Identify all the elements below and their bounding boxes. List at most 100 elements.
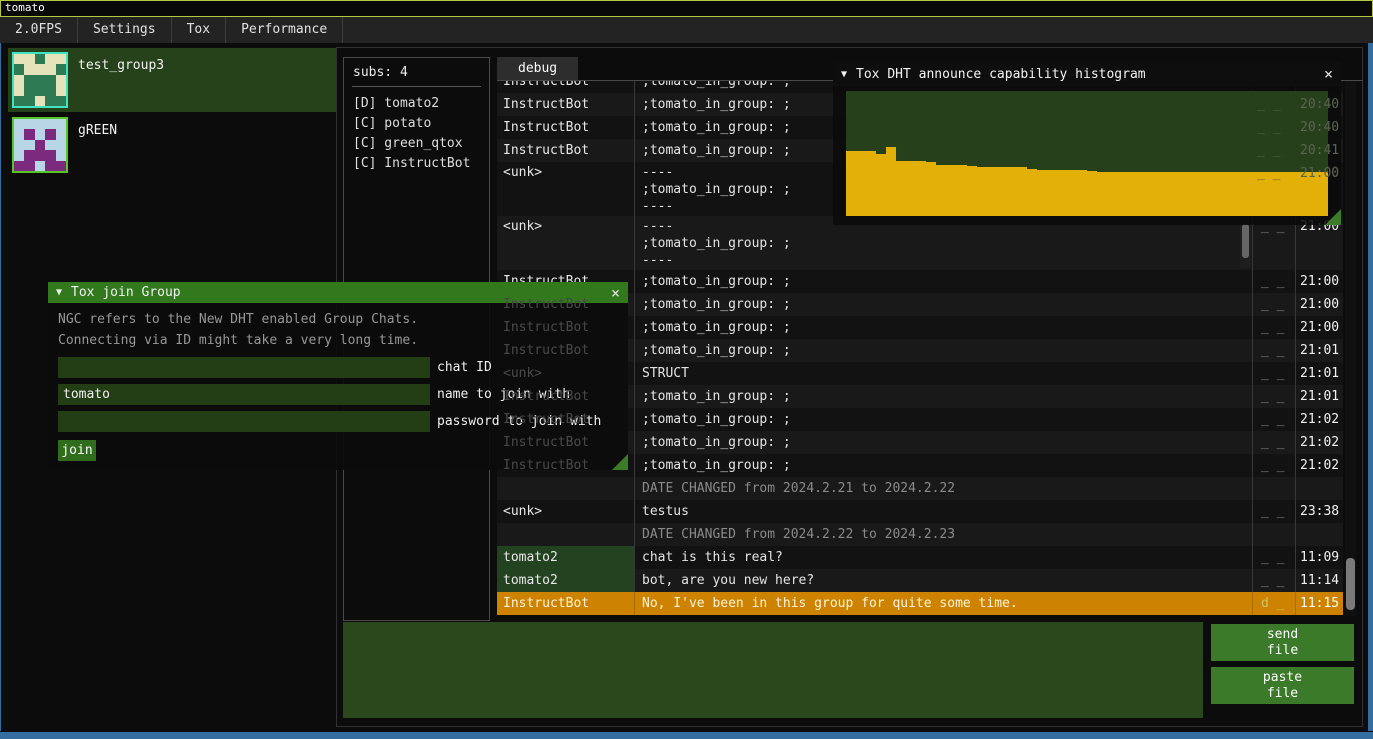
subs-list: [D] tomato2[C] potato[C] green_qtox[C] I… (344, 87, 489, 181)
sender-name: InstructBot (497, 139, 635, 162)
table-row[interactable]: InstructBotNo, I've been in this group f… (497, 592, 1343, 615)
histogram-bars (846, 91, 1328, 216)
tab-debug[interactable]: debug (497, 57, 578, 80)
join-field-row: tomato name to join with (58, 384, 618, 405)
histogram-bar (1047, 170, 1057, 216)
collapse-arrow-icon[interactable]: ▼ (56, 287, 62, 298)
message-cell-scrollbar-thumb[interactable] (1242, 224, 1249, 258)
avatar-pixel (24, 75, 34, 85)
message-text: ;tomato_in_group: ; (635, 431, 1253, 454)
message-input[interactable] (343, 622, 1203, 718)
table-row[interactable]: DATE CHANGED from 2024.2.21 to 2024.2.22 (497, 477, 1343, 500)
avatar-pixel (35, 150, 45, 160)
paste-file-button[interactable]: paste file (1211, 667, 1354, 704)
histogram-window-titlebar[interactable]: ▼ Tox DHT announce capability histogram … (833, 62, 1341, 86)
histogram-bar (1308, 172, 1318, 216)
sender-name (497, 477, 635, 500)
subs-member: [C] potato (353, 114, 480, 134)
avatar-pixel (56, 129, 66, 139)
message-time: 21:01 (1296, 339, 1343, 362)
join-field-input[interactable] (58, 357, 430, 378)
histogram-bar (1097, 172, 1107, 216)
avatar-pixel (56, 54, 66, 64)
menu-item-tox[interactable]: Tox (172, 17, 226, 43)
collapse-arrow-icon[interactable]: ▼ (841, 69, 847, 80)
message-time: 21:01 (1296, 385, 1343, 408)
sender-name (497, 523, 635, 546)
sender-name: InstructBot (497, 93, 635, 116)
histogram-bar (1067, 170, 1077, 216)
avatar-pixel (56, 119, 66, 129)
avatar-pixel (14, 150, 24, 160)
message-time: 23:38 (1296, 500, 1343, 523)
avatar-pixel (56, 75, 66, 85)
message-text: ;tomato_in_group: ; (635, 316, 1253, 339)
avatar-pixel (14, 140, 24, 150)
avatar-pixel (35, 96, 45, 106)
avatar-pixel (14, 119, 24, 129)
message-flags: _ _ (1253, 339, 1296, 362)
close-icon[interactable]: × (1324, 65, 1333, 83)
avatar-pixel (45, 161, 55, 171)
message-flags: d _ (1253, 592, 1296, 615)
subs-member: [C] InstructBot (353, 154, 480, 174)
message-text: DATE CHANGED from 2024.2.22 to 2024.2.23 (635, 523, 1253, 546)
histogram-bar (1208, 172, 1218, 216)
join-field-input[interactable] (58, 411, 430, 432)
message-flags (1253, 477, 1296, 500)
message-flags (1253, 523, 1296, 546)
histogram-bar (906, 161, 916, 216)
group-item-test_group3[interactable]: test_group3 (8, 48, 336, 112)
histogram-bar (1298, 172, 1308, 216)
histogram-bar (926, 162, 936, 216)
histogram-bar (846, 151, 856, 216)
chat-scrollbar-thumb[interactable] (1346, 558, 1355, 610)
send-file-button[interactable]: send file (1211, 624, 1354, 661)
message-time: 21:02 (1296, 431, 1343, 454)
join-window-titlebar[interactable]: ▼ Tox join Group × (48, 282, 628, 303)
join-field-label: chat ID (437, 360, 492, 375)
histogram-bar (1037, 170, 1047, 216)
avatar-pixel (24, 119, 34, 129)
message-text: DATE CHANGED from 2024.2.21 to 2024.2.22 (635, 477, 1253, 500)
resize-grip[interactable] (1325, 209, 1341, 225)
avatar-pixel (45, 129, 55, 139)
join-field-row: password to join with (58, 411, 618, 432)
histogram-bar (1107, 172, 1117, 216)
table-row[interactable]: <unk>testus_ _23:38 (497, 500, 1343, 523)
join-field-label: name to join with (437, 387, 570, 402)
chat-scrollbar-track (1345, 81, 1356, 616)
table-row[interactable]: tomato2chat is this real?_ _11:09 (497, 546, 1343, 569)
avatar-pixel (14, 85, 24, 95)
avatar-pixel (45, 64, 55, 74)
menu-item-2.0fps[interactable]: 2.0FPS (0, 17, 78, 43)
menu-item-settings[interactable]: Settings (78, 17, 172, 43)
avatar-pixel (24, 140, 34, 150)
histogram-bar (1087, 171, 1097, 216)
histogram-bar (1278, 172, 1288, 216)
histogram-bar (876, 154, 886, 217)
histogram-bar (1017, 167, 1027, 216)
close-icon[interactable]: × (611, 284, 620, 302)
resize-grip[interactable] (612, 454, 628, 470)
table-row[interactable]: tomato2bot, are you new here?_ _11:14 (497, 569, 1343, 592)
message-flags: _ _ (1253, 385, 1296, 408)
histogram-bar (936, 165, 946, 216)
join-info-line: Connecting via ID might take a very long… (58, 330, 618, 351)
histogram-bar (1228, 172, 1238, 216)
avatar-pixel (56, 64, 66, 74)
histogram-bar (1147, 172, 1157, 216)
menu-item-performance[interactable]: Performance (226, 17, 343, 43)
table-row[interactable]: DATE CHANGED from 2024.2.22 to 2024.2.23 (497, 523, 1343, 546)
message-time (1296, 523, 1343, 546)
join-field-input[interactable]: tomato (58, 384, 430, 405)
avatar-pixel (45, 119, 55, 129)
join-fields: chat ID tomato name to join with password t… (58, 357, 618, 432)
join-button[interactable]: join (58, 440, 96, 461)
subs-member: [D] tomato2 (353, 94, 480, 114)
window-titlebar[interactable]: tomato (0, 0, 1373, 17)
message-flags: _ _ (1253, 454, 1296, 477)
group-item-gREEN[interactable]: gREEN (8, 113, 336, 173)
message-flags: _ _ (1253, 431, 1296, 454)
message-text: testus (635, 500, 1253, 523)
